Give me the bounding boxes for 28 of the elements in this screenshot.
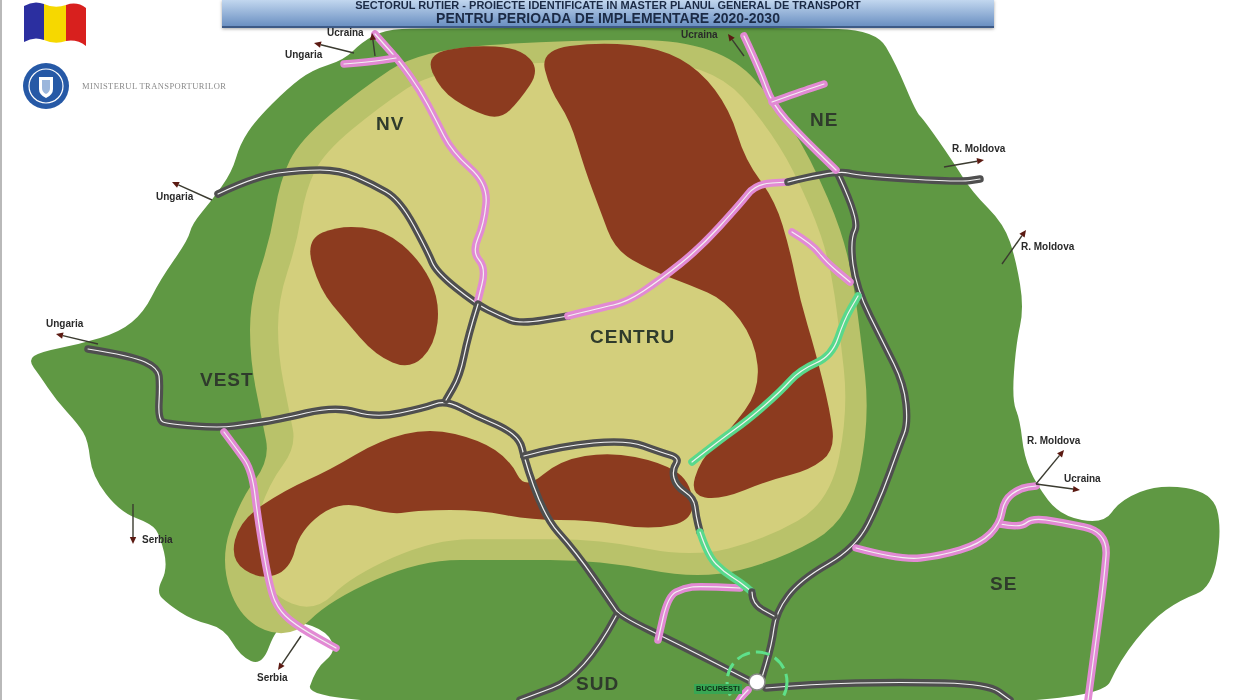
title-text: SECTORUL RUTIER - PROIECTE IDENTIFICATE IN MASTER PLANUL GENERAL DE TRANSPORT — [355, 0, 861, 12]
region-label: NE — [810, 110, 839, 129]
direction-arrow — [369, 33, 377, 57]
region-label: NV — [376, 114, 405, 133]
country-label: R. Moldova — [1021, 242, 1075, 252]
country-label: Serbia — [257, 673, 288, 683]
country-label: R. Moldova — [952, 144, 1006, 154]
emblem-icon — [22, 62, 70, 110]
region-label: SE — [990, 574, 1018, 593]
country-label: R. Moldova — [1027, 436, 1081, 446]
country-label: Ucraina — [1064, 474, 1101, 484]
direction-arrow — [56, 332, 99, 345]
country-label: Ucraina — [327, 28, 364, 38]
ministry-name: MINISTERUL TRANSPORTURILOR — [82, 81, 227, 91]
title-text: PENTRU PERIOADA DE IMPLEMENTARE 2020-2030 — [436, 11, 780, 27]
city-node-icon — [748, 673, 766, 691]
region-label: VEST — [200, 370, 254, 389]
country-label: Ungaria — [285, 50, 323, 60]
direction-arrow — [129, 503, 137, 544]
country-label: Ucraina — [681, 30, 718, 40]
flag-icon — [22, 0, 88, 46]
direction-arrow — [728, 34, 745, 57]
region-label: SUD — [576, 674, 620, 693]
region-label: CENTRU — [590, 327, 676, 346]
country-label: Ungaria — [46, 319, 84, 329]
direction-arrow — [943, 158, 984, 168]
country-label: Ungaria — [156, 192, 194, 202]
direction-arrow — [278, 635, 302, 670]
